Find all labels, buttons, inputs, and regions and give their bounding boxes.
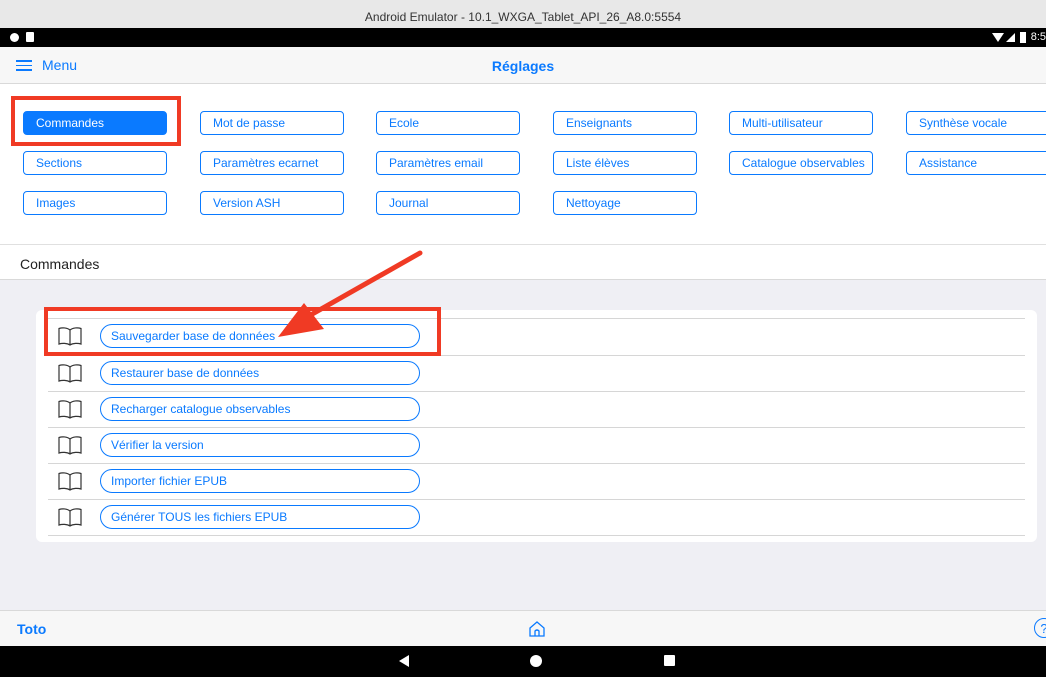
verifier-version-button[interactable]: Vérifier la version (100, 433, 420, 457)
book-icon (58, 472, 82, 491)
row-divider (48, 427, 1025, 428)
tab-mot-de-passe[interactable]: Mot de passe (200, 111, 344, 135)
app-header: Menu Réglages (0, 47, 1046, 84)
tab-sections[interactable]: Sections (23, 151, 167, 175)
tab-images[interactable]: Images (23, 191, 167, 215)
nav-home-icon[interactable] (530, 655, 542, 667)
recharger-catalogue-button[interactable]: Recharger catalogue observables (100, 397, 420, 421)
tab-multi-utilisateur[interactable]: Multi-utilisateur (729, 111, 873, 135)
section-title: Commandes (20, 256, 100, 272)
tab-nettoyage[interactable]: Nettoyage (553, 191, 697, 215)
command-row: Vérifier la version (48, 427, 1025, 464)
restaurer-bdd-button[interactable]: Restaurer base de données (100, 361, 420, 385)
window-title-bar: Android Emulator - 10.1_WXGA_Tablet_API_… (0, 0, 1046, 28)
tab-liste-eleves[interactable]: Liste élèves (553, 151, 697, 175)
sd-card-icon (26, 32, 34, 42)
tab-synthese-vocale[interactable]: Synthèse vocale (906, 111, 1046, 135)
app-footer: Toto ? (0, 610, 1046, 646)
help-icon[interactable]: ? (1034, 618, 1046, 638)
tab-ecole[interactable]: Ecole (376, 111, 520, 135)
annotation-box-commandes (11, 96, 181, 146)
annotation-arrow-icon (278, 250, 423, 337)
tab-enseignants[interactable]: Enseignants (553, 111, 697, 135)
row-divider (48, 499, 1025, 500)
command-row: Générer TOUS les fichiers EPUB (48, 499, 1025, 536)
window-title: Android Emulator - 10.1_WXGA_Tablet_API_… (364, 10, 682, 24)
tab-catalogue-observables[interactable]: Catalogue observables (729, 151, 873, 175)
tab-version-ash[interactable]: Version ASH (200, 191, 344, 215)
tab-assistance[interactable]: Assistance (906, 151, 1046, 175)
row-divider (48, 391, 1025, 392)
notification-dot-icon (10, 33, 19, 42)
page-title: Réglages (491, 58, 555, 74)
book-icon (58, 436, 82, 455)
command-row: Importer fichier EPUB (48, 463, 1025, 500)
back-icon[interactable] (399, 655, 409, 667)
android-status-bar: 8:5 (0, 28, 1046, 47)
status-right: 8:5 (991, 30, 1046, 45)
tab-journal[interactable]: Journal (376, 191, 520, 215)
footer-user-label[interactable]: Toto (17, 621, 46, 637)
row-divider (48, 463, 1025, 464)
row-divider (48, 535, 1025, 536)
home-icon[interactable] (527, 619, 547, 639)
wifi-icon (991, 32, 1004, 42)
battery-icon (1019, 31, 1026, 43)
android-nav-bar (0, 646, 1046, 677)
divider (0, 244, 1046, 245)
book-icon (58, 364, 82, 383)
signal-icon (1005, 32, 1015, 42)
status-time: 8:5 (1030, 31, 1046, 43)
command-row: Restaurer base de données (48, 355, 1025, 392)
importer-epub-button[interactable]: Importer fichier EPUB (100, 469, 420, 493)
tab-parametres-email[interactable]: Paramètres email (376, 151, 520, 175)
book-icon (58, 508, 82, 527)
recent-apps-icon[interactable] (664, 655, 675, 666)
book-icon (58, 400, 82, 419)
command-row: Recharger catalogue observables (48, 391, 1025, 428)
tab-parametres-ecarnet[interactable]: Paramètres ecarnet (200, 151, 344, 175)
generer-epub-button[interactable]: Générer TOUS les fichiers EPUB (100, 505, 420, 529)
